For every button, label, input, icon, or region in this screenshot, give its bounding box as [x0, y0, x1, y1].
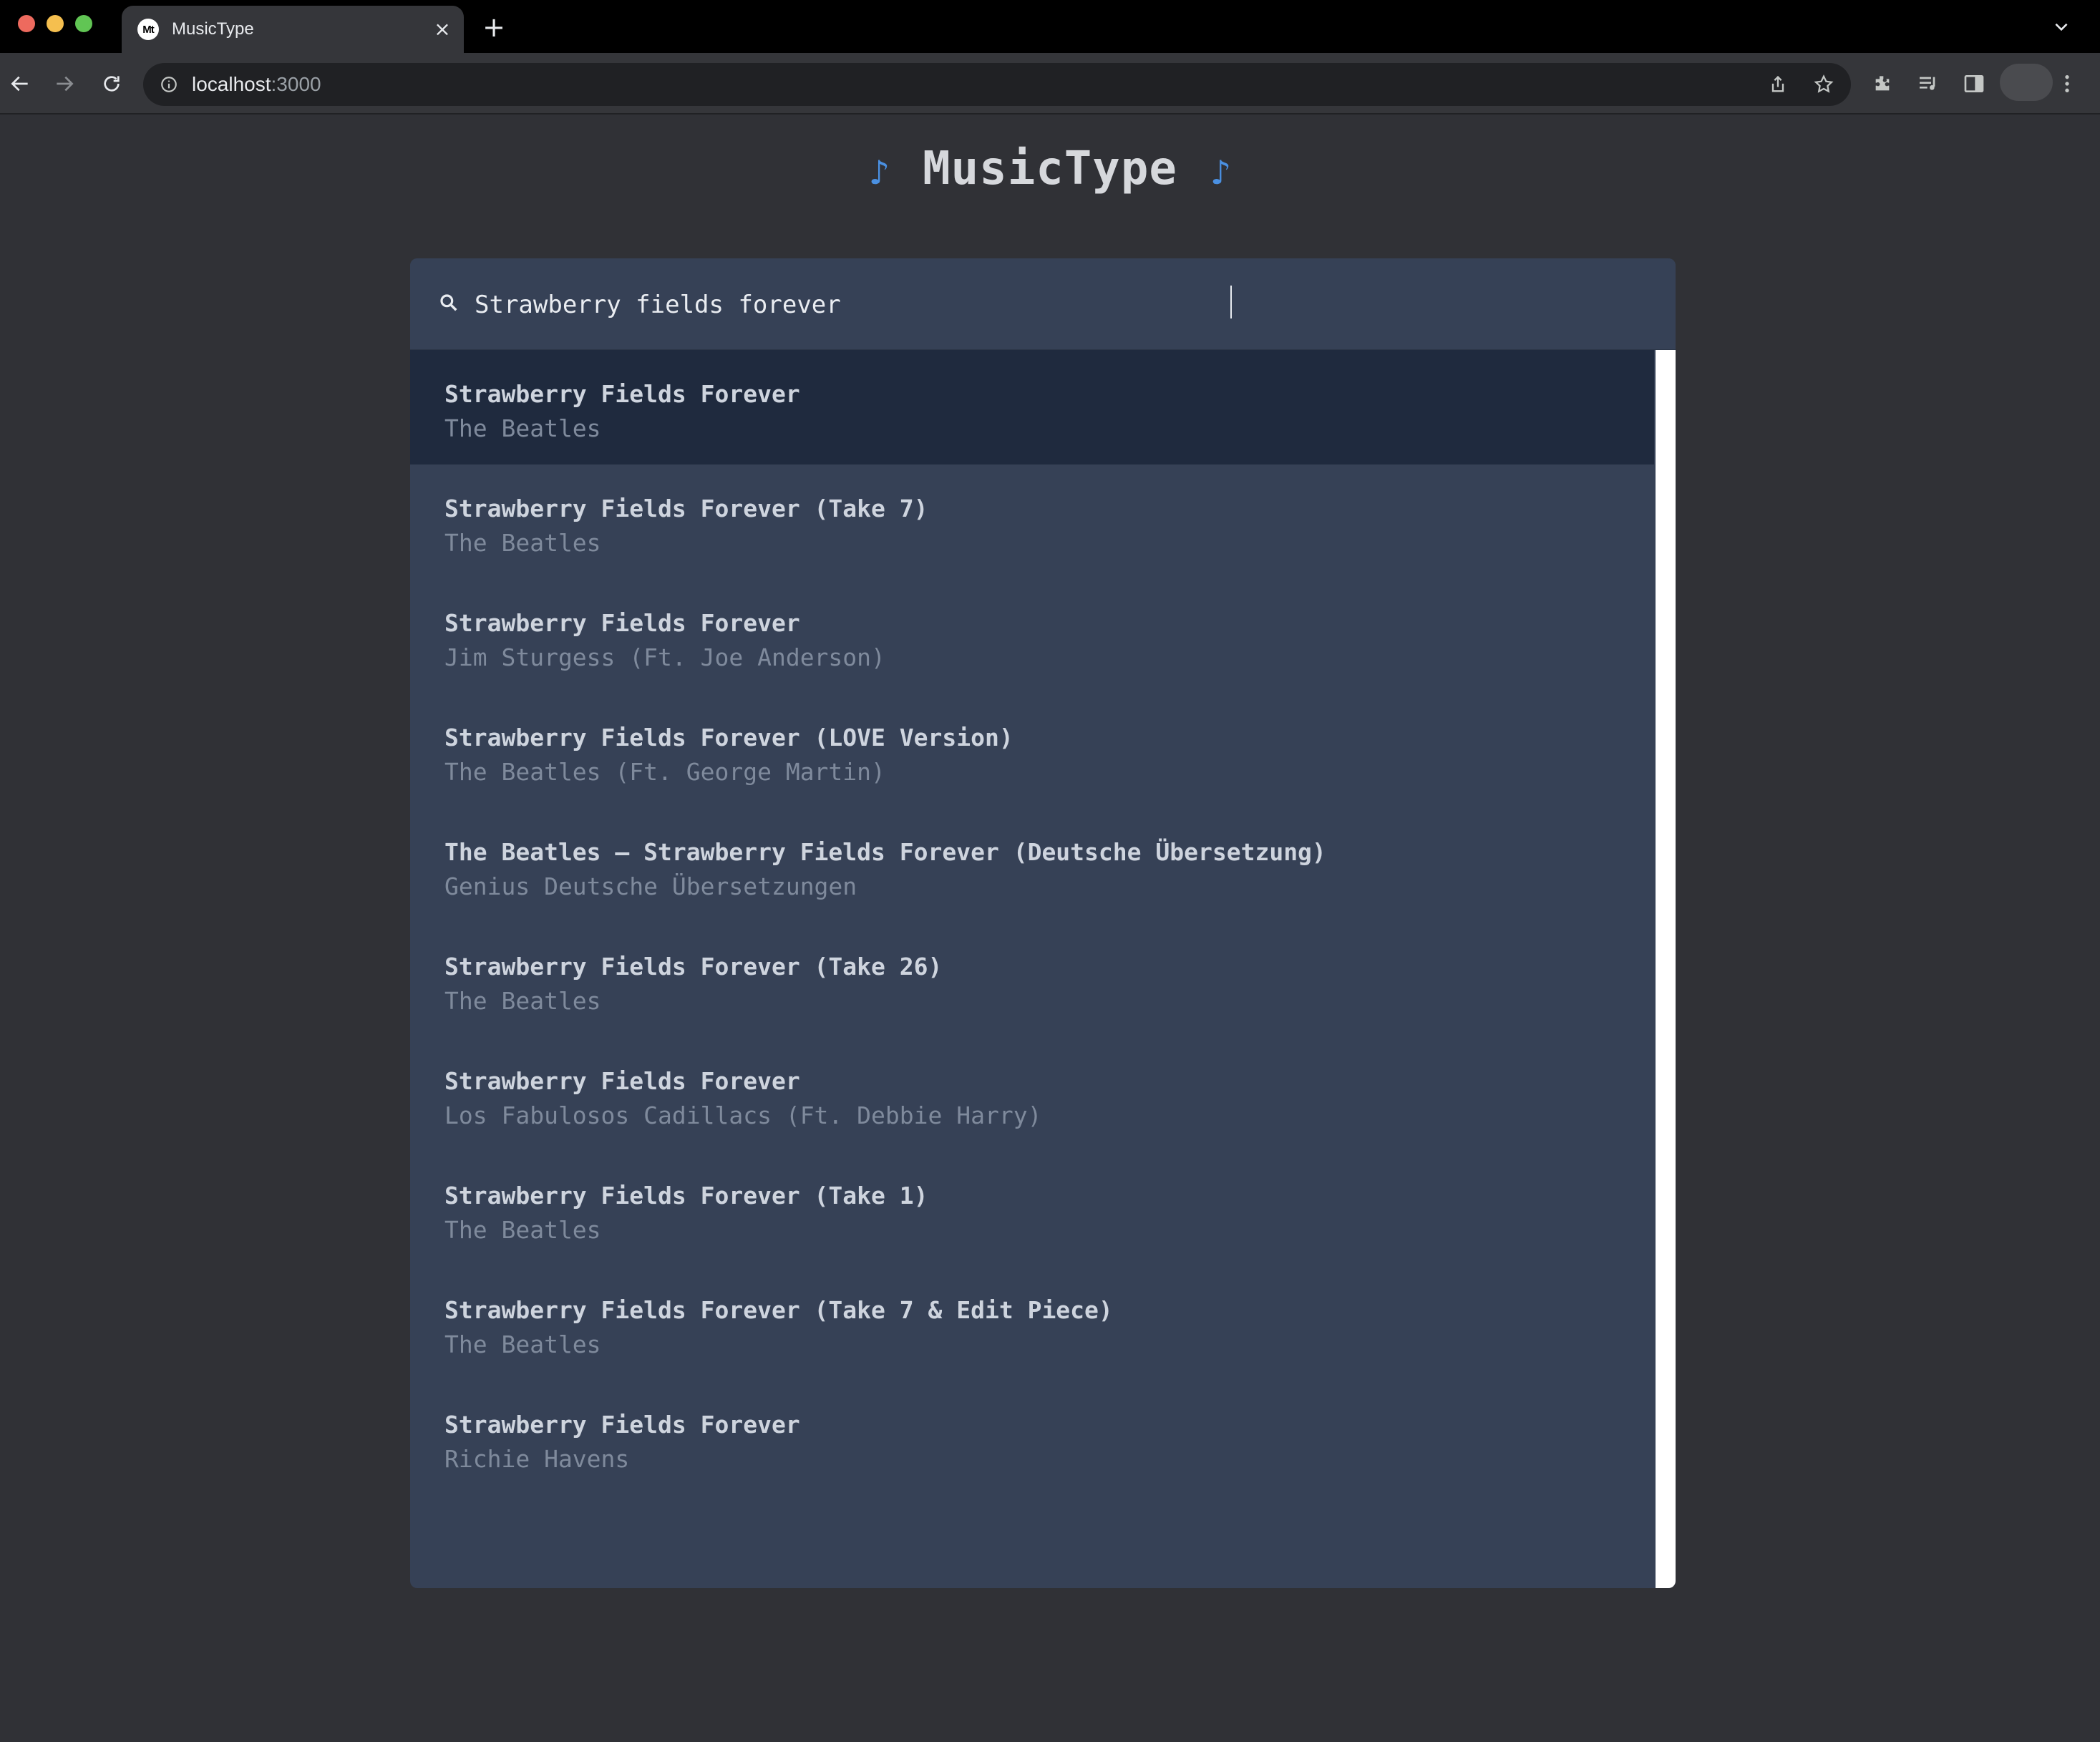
browser-menu-icon[interactable] — [2053, 69, 2081, 98]
result-artist: Jim Sturgess (Ft. Joe Anderson) — [444, 643, 885, 671]
result-artist: The Beatles — [444, 414, 601, 442]
result-item[interactable]: Strawberry Fields Forever Richie Havens — [410, 1381, 1654, 1495]
bookmark-star-icon[interactable] — [1812, 73, 1835, 96]
text-caret — [1230, 286, 1232, 318]
result-artist: The Beatles — [444, 529, 601, 557]
url-host: localhost — [192, 73, 271, 95]
result-artist: Richie Havens — [444, 1445, 630, 1473]
search-bar — [410, 258, 1676, 350]
result-artist: Genius Deutsche Übersetzungen — [444, 872, 857, 900]
result-item[interactable]: Strawberry Fields Forever Jim Sturgess (F… — [410, 579, 1654, 694]
result-title: Strawberry Fields Forever — [444, 1411, 800, 1439]
close-window-button[interactable] — [18, 15, 35, 32]
browser-tab[interactable]: Mt MusicType × — [122, 6, 464, 53]
result-item[interactable]: Strawberry Fields Forever Los Fabulosos C… — [410, 1037, 1654, 1152]
app-title: MusicType — [923, 142, 1177, 195]
search-input[interactable] — [475, 280, 1648, 330]
music-note-icon: ♪ — [868, 153, 890, 192]
result-title: Strawberry Fields Forever (Take 26) — [444, 953, 943, 981]
close-tab-icon[interactable]: × — [432, 19, 452, 39]
music-note-icon: ♪ — [1210, 153, 1232, 192]
result-title: Strawberry Fields Forever (Take 1) — [444, 1182, 928, 1210]
result-title: Strawberry Fields Forever — [444, 380, 800, 408]
search-icon — [437, 291, 460, 314]
site-info-icon[interactable] — [157, 73, 180, 96]
side-panel-icon[interactable] — [1960, 69, 1988, 98]
reload-icon[interactable] — [97, 69, 126, 98]
media-queue-icon[interactable] — [1914, 69, 1943, 98]
new-tab-icon[interactable]: + — [481, 14, 507, 41]
browser-tab-bar: Mt MusicType × + — [0, 0, 2100, 53]
results-scrollbar[interactable] — [1654, 350, 1676, 1588]
tab-search-chevron-icon[interactable] — [2048, 14, 2074, 40]
back-arrow-icon[interactable] — [6, 69, 34, 98]
extensions-puzzle-icon[interactable] — [1868, 69, 1897, 98]
url-port: :3000 — [271, 73, 321, 95]
url-text: localhost:3000 — [192, 63, 321, 106]
profile-avatar[interactable] — [2000, 64, 2053, 101]
result-title: Strawberry Fields Forever — [444, 1067, 800, 1095]
result-item[interactable]: Strawberry Fields Forever (Take 7) The Be… — [410, 464, 1654, 579]
result-artist: The Beatles — [444, 1216, 601, 1244]
browser-toolbar: localhost:3000 — [0, 53, 2100, 115]
search-panel: Strawberry Fields ForeverThe BeatlesStra… — [410, 258, 1676, 1588]
address-bar[interactable]: localhost:3000 — [143, 63, 1851, 106]
share-icon[interactable] — [1766, 73, 1789, 96]
result-artist: The Beatles — [444, 987, 601, 1015]
minimize-window-button[interactable] — [47, 15, 64, 32]
results-list: Strawberry Fields Forever The Beatles Stra… — [410, 350, 1654, 1588]
result-title: The Beatles – Strawberry Fields Forever … — [444, 838, 1326, 866]
maximize-window-button[interactable] — [75, 15, 92, 32]
tab-favicon: Mt — [137, 19, 159, 40]
result-title: Strawberry Fields Forever — [444, 609, 800, 637]
result-item[interactable]: The Beatles – Strawberry Fields Forever … — [410, 808, 1654, 923]
result-title: Strawberry Fields Forever (Take 7) — [444, 495, 928, 522]
result-artist: The Beatles (Ft. George Martin) — [444, 758, 885, 786]
result-item[interactable]: Strawberry Fields Forever (Take 26) The B… — [410, 923, 1654, 1037]
result-artist: Los Fabulosos Cadillacs (Ft. Debbie Harr… — [444, 1101, 1042, 1129]
result-item[interactable]: Strawberry Fields Forever The Beatles — [410, 350, 1654, 464]
result-item[interactable]: Strawberry Fields Forever (Take 7 & Edit… — [410, 1266, 1654, 1381]
forward-arrow-icon[interactable] — [50, 69, 79, 98]
tab-title: MusicType — [172, 19, 254, 39]
app-header: ♪ MusicType ♪ — [0, 140, 2100, 198]
result-item[interactable]: Strawberry Fields Forever (LOVE Version)… — [410, 694, 1654, 808]
result-title: Strawberry Fields Forever (LOVE Version) — [444, 724, 1013, 751]
result-title: Strawberry Fields Forever (Take 7 & Edit… — [444, 1296, 1113, 1324]
result-artist: The Beatles — [444, 1330, 601, 1358]
scrollbar-thumb[interactable] — [1656, 350, 1676, 1588]
result-item[interactable]: Strawberry Fields Forever (Take 1) The Be… — [410, 1152, 1654, 1266]
